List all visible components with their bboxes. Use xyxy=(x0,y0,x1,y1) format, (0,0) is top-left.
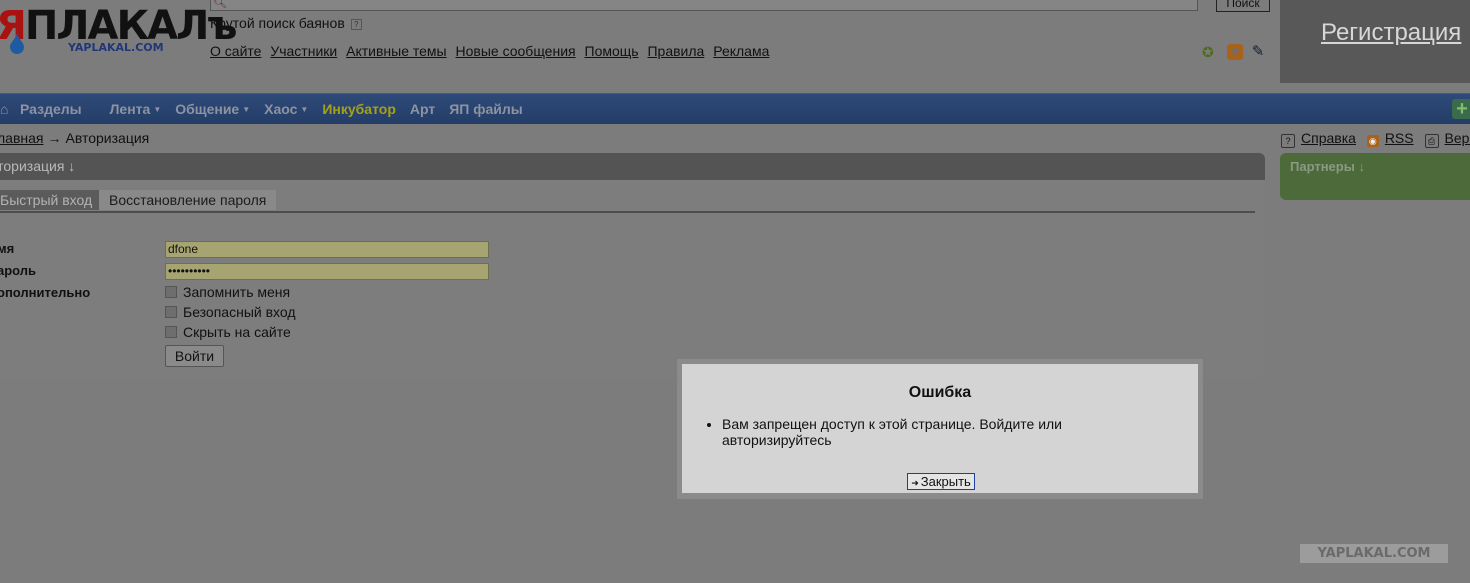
secure-login-row[interactable]: Безопасный вход xyxy=(165,304,296,320)
error-dialog: Ошибка Вам запрещен доступ к этой страни… xyxy=(682,364,1198,493)
chevron-down-icon: ▼ xyxy=(242,105,251,114)
main-menu: ⌂ Разделы Лента ▼ Общение ▼ Хаос ▼ Инкубатор Арт Я… xyxy=(0,93,1470,124)
site-logo[interactable]: ЯПЛАКАЛъ YAPLAKAL.COM xyxy=(0,6,237,66)
help-link[interactable]: Справка xyxy=(1301,130,1356,146)
partners-box: Партнеры ↓ xyxy=(1280,153,1470,200)
add-icon[interactable]: + xyxy=(1452,99,1470,119)
dialog-title: Ошибка xyxy=(908,384,972,401)
nav-ads[interactable]: Реклама xyxy=(713,43,769,59)
help-icon[interactable]: ? xyxy=(350,19,362,30)
partners-title[interactable]: Партнеры ↓ xyxy=(1290,159,1365,174)
remember-me-label: Запомнить меня xyxy=(183,284,291,300)
drop-icon xyxy=(10,32,24,54)
slogan: Крутой поиск баянов? xyxy=(210,15,362,31)
name-field[interactable]: dfone xyxy=(165,241,489,258)
tab-quick-login[interactable]: Быстрый вход xyxy=(0,190,104,210)
rss-icon[interactable]: ◉ xyxy=(1226,44,1243,61)
nav-about[interactable]: О сайте xyxy=(210,43,261,59)
help-icon: ? xyxy=(1281,134,1295,148)
menu-chaos[interactable]: Хаос ▼ xyxy=(264,101,308,117)
search-button[interactable]: Поиск xyxy=(1216,0,1270,12)
remember-me-checkbox[interactable] xyxy=(165,286,177,298)
breadcrumb-current: Авторизация xyxy=(65,130,150,146)
breadcrumb: лавная → Авторизация xyxy=(0,130,149,146)
side-links: ? Справка ◉ RSS ⎙ Верс xyxy=(1281,130,1470,148)
slogan-text: Крутой поиск баянов xyxy=(210,15,345,31)
print-icon: ⎙ xyxy=(1424,134,1439,148)
rss-icon: ◉ xyxy=(1366,135,1379,147)
logo-text: ЯПЛАКАЛъ xyxy=(0,3,237,49)
register-link[interactable]: Регистрация xyxy=(1321,19,1461,47)
close-label: Закрыть xyxy=(920,474,971,489)
pin-icon[interactable]: ✪ xyxy=(1202,44,1218,60)
password-field[interactable]: •••••••••• xyxy=(165,263,489,280)
menu-feed[interactable]: Лента ▼ xyxy=(110,101,162,117)
dialog-messages: Вам запрещен доступ к этой странице. Вой… xyxy=(704,416,1102,448)
auth-header: вторизация ↓ xyxy=(0,153,1265,180)
hide-online-checkbox[interactable] xyxy=(165,326,177,338)
menu-talk[interactable]: Общение ▼ xyxy=(175,101,250,117)
label-name: мя xyxy=(0,241,15,256)
hide-online-row[interactable]: Скрыть на сайте xyxy=(165,324,291,340)
label-extra: ополнительно xyxy=(0,285,91,300)
search-input[interactable]: 🔍︎ xyxy=(210,0,1198,11)
label-password: ароль xyxy=(0,263,37,278)
nav-rules[interactable]: Правила xyxy=(647,43,704,59)
rss-link[interactable]: RSS xyxy=(1385,130,1414,146)
watermark: YAPLAKAL.COM xyxy=(1300,544,1448,563)
home-icon[interactable]: ⌂ xyxy=(0,94,8,124)
nav-new-messages[interactable]: Новые сообщения xyxy=(456,43,576,59)
header-icons: ✪ ◉ ✎ xyxy=(1202,43,1273,61)
chevron-down-icon: ▼ xyxy=(300,105,309,114)
top-nav: О сайте Участники Активные темы Новые со… xyxy=(210,43,774,59)
secure-login-checkbox[interactable] xyxy=(165,306,177,318)
secure-login-label: Безопасный вход xyxy=(183,304,296,320)
logo-subtitle: YAPLAKAL.COM xyxy=(68,41,164,54)
remember-me-row[interactable]: Запомнить меня xyxy=(165,284,290,300)
tab-recover-password[interactable]: Восстановление пароля xyxy=(99,190,277,210)
breadcrumb-home[interactable]: лавная xyxy=(0,130,44,146)
menu-art[interactable]: Арт xyxy=(410,101,435,117)
close-icon: ➜ xyxy=(911,478,919,488)
login-button[interactable]: Войти xyxy=(165,345,224,367)
version-link[interactable]: Верс xyxy=(1445,130,1470,146)
menu-sections[interactable]: Разделы xyxy=(20,101,96,117)
nav-help[interactable]: Помощь xyxy=(585,43,639,59)
pencil-icon[interactable]: ✎ xyxy=(1252,44,1268,60)
search-icon: 🔍︎ xyxy=(213,0,227,9)
dialog-message: Вам запрещен доступ к этой странице. Вой… xyxy=(722,416,1102,448)
nav-members[interactable]: Участники xyxy=(270,43,337,59)
breadcrumb-separator: → xyxy=(47,130,62,146)
hide-online-label: Скрыть на сайте xyxy=(183,324,291,340)
auth-title[interactable]: вторизация ↓ xyxy=(0,158,75,174)
auth-tabs: Быстрый вход Восстановление пароля xyxy=(0,190,1255,213)
register-box: Регистрация xyxy=(1280,0,1470,83)
menu-files[interactable]: ЯП файлы xyxy=(449,101,523,117)
close-button[interactable]: ➜ Закрыть xyxy=(907,473,975,490)
chevron-down-icon: ▼ xyxy=(153,105,162,114)
menu-incubator[interactable]: Инкубатор xyxy=(322,101,396,117)
nav-active-topics[interactable]: Активные темы xyxy=(346,43,447,59)
